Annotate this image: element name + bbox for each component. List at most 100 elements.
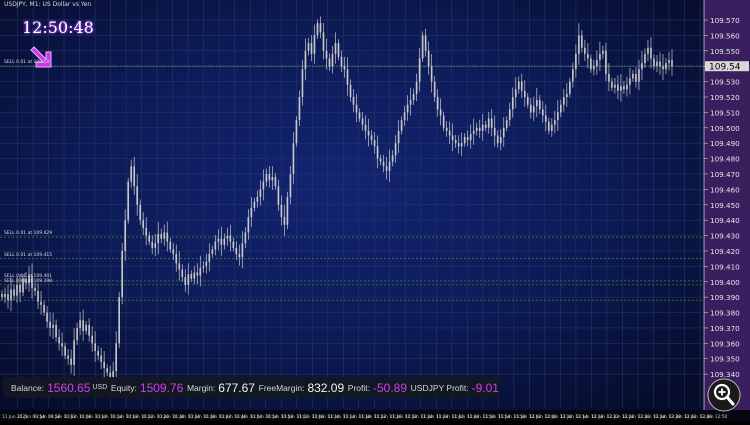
- candle-body: [196, 272, 199, 276]
- candle: [295, 116, 298, 147]
- candle-body: [157, 234, 160, 244]
- candle-body: [596, 60, 598, 67]
- candle-body: [280, 204, 283, 218]
- candle-body: [388, 161, 391, 171]
- candle-body: [361, 118, 364, 125]
- candle-body: [593, 66, 595, 70]
- candle-body: [13, 289, 15, 296]
- candle-body: [265, 173, 268, 182]
- candle-body: [16, 284, 18, 296]
- candle-body: [575, 53, 577, 70]
- candle-body: [532, 106, 535, 113]
- candle-body: [85, 324, 87, 332]
- candle-body: [277, 186, 280, 205]
- candle-body: [193, 272, 196, 279]
- candle-body: [226, 235, 229, 239]
- candle-body: [581, 35, 583, 48]
- candle-body: [397, 130, 400, 144]
- candle-body: [241, 243, 244, 258]
- balance-currency: USD: [92, 384, 108, 391]
- candle-body: [466, 137, 469, 141]
- y-tick-label: 109.360: [710, 339, 740, 348]
- candle-body: [611, 81, 613, 88]
- candle-body: [563, 96, 565, 105]
- y-tick-label: 109.500: [710, 124, 740, 133]
- candle-body: [572, 69, 574, 82]
- y-tick-label: 109.570: [710, 16, 740, 25]
- order-label: SELL 0.01 at 109.398: [4, 278, 53, 284]
- candle-body: [635, 73, 637, 82]
- candle-body: [43, 304, 45, 313]
- balance-label: Balance:: [11, 382, 45, 393]
- candle-body: [106, 367, 108, 373]
- chart-window[interactable]: 109.340 109.350 109.360 109.370 109.380 109.3…: [0, 0, 750, 421]
- profit-value: -50.89: [373, 380, 408, 395]
- candle-body: [662, 66, 664, 70]
- candle-body: [187, 274, 190, 285]
- candle-body: [343, 66, 346, 70]
- candle-body: [253, 201, 256, 208]
- y-tick-label: 109.530: [710, 78, 740, 87]
- candle-body: [4, 294, 6, 298]
- candle-body: [235, 247, 238, 255]
- candle-body: [307, 43, 310, 51]
- candle-body: [52, 324, 54, 328]
- candle-body: [148, 235, 151, 242]
- candle-body: [370, 135, 373, 141]
- candle-body: [103, 361, 105, 368]
- candle-body: [322, 32, 325, 51]
- balance-value: 1560.65: [47, 380, 91, 395]
- candle-body: [520, 81, 523, 91]
- candle-body: [64, 346, 66, 356]
- y-tick-label: 109.430: [710, 232, 740, 241]
- candle-body: [232, 241, 235, 248]
- candle-body: [205, 261, 208, 267]
- profit-label: Profit:: [347, 382, 370, 393]
- candle-body: [151, 241, 154, 248]
- candle-body: [421, 35, 424, 59]
- candle-body: [557, 112, 559, 121]
- candle-body: [550, 124, 553, 131]
- candle-body: [301, 69, 304, 97]
- candle-body: [400, 120, 403, 131]
- candle-body: [523, 90, 526, 97]
- candle-body: [433, 81, 436, 97]
- candle-body: [67, 355, 69, 359]
- candle-body: [142, 220, 145, 228]
- candle-body: [659, 61, 661, 67]
- y-tick-label: 109.410: [710, 262, 740, 271]
- magnifier-plus-icon[interactable]: [707, 378, 741, 412]
- candle-body: [517, 81, 520, 90]
- candle-body: [130, 166, 133, 182]
- candle-body: [94, 343, 96, 352]
- candle-body: [394, 143, 397, 156]
- account-info-bar: Balance: 1560.65 USD Equity: 1509.76 Mar…: [3, 377, 499, 398]
- candle-body: [668, 60, 670, 64]
- price-chart[interactable]: 109.340109.350109.360109.370109.380109.3…: [0, 0, 750, 421]
- candle-body: [538, 100, 541, 110]
- candle-body: [175, 254, 178, 264]
- candle-body: [229, 235, 232, 242]
- candle-body: [382, 161, 385, 167]
- candle-body: [286, 197, 289, 225]
- candle-body: [58, 337, 60, 344]
- candle-body: [472, 130, 475, 134]
- freemargin-value: 832.09: [307, 380, 345, 395]
- candle: [121, 242, 124, 305]
- candle-body: [223, 238, 226, 245]
- candle-body: [100, 355, 102, 362]
- candle-body: [614, 84, 616, 88]
- candle-body: [61, 343, 63, 347]
- candle-body: [541, 109, 544, 116]
- candle: [286, 191, 289, 230]
- candle-body: [418, 58, 421, 82]
- candle-body: [605, 50, 607, 74]
- candle-body: [508, 109, 511, 121]
- candle-body: [656, 61, 658, 67]
- candle-body: [316, 23, 319, 36]
- candle-body: [430, 66, 433, 82]
- candle-body: [490, 118, 493, 128]
- candle: [118, 291, 121, 349]
- candle-body: [298, 96, 301, 121]
- candle-body: [590, 58, 592, 70]
